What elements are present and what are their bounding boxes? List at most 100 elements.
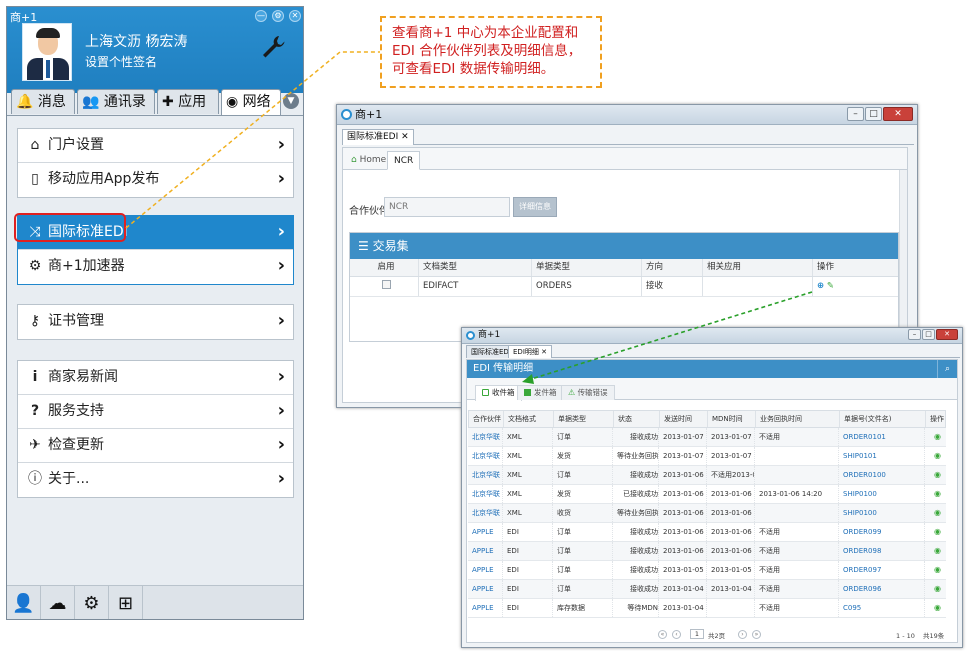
table-row[interactable]: 北京华联XML发货等待业务回执2013-01-07 13:22013-01-07… [468,447,946,466]
column-header[interactable]: 操作 [925,411,947,427]
cell-sent: 2013-01-06 13:2 [658,466,706,484]
cloud-icon[interactable]: ☁ [41,586,75,619]
tab-ncr[interactable]: NCR [387,151,421,170]
close-icon[interactable]: ✕ [883,107,913,121]
minimize-icon[interactable]: – [847,107,864,121]
table-row[interactable]: APPLEEDI订单接收成功2013-01-06 9:202013-01-06 … [468,542,946,561]
cell-doc[interactable]: SHIP0100 [838,504,924,522]
table-row[interactable]: 北京华联XML收货等待业务回执2013-01-06 13:22013-01-06… [468,504,946,523]
cell-partner[interactable]: APPLE [468,580,502,598]
cell-doc[interactable]: C095 [838,599,924,617]
minimize-icon[interactable]: — [255,10,267,22]
user-icon[interactable]: 👤 [7,586,41,619]
column-header[interactable]: 文档格式 [503,411,553,427]
cell-doc[interactable]: ORDER0100 [838,466,924,484]
menu-item-updates[interactable]: ✈ 检查更新 › [18,429,293,463]
prev-page-icon[interactable]: ‹ [672,630,681,639]
column-header[interactable]: 单据号(文件名) [839,411,925,427]
avatar[interactable] [22,23,72,81]
settings-icon[interactable]: ⚙ [272,10,284,22]
view-icon[interactable]: ◉ [934,489,941,498]
menu-item-portal[interactable]: ⌂ 门户设置 › [18,129,293,163]
column-header[interactable]: 发送时间 [659,411,707,427]
tab-apps[interactable]: ✚ 应用 [157,89,219,114]
table-row[interactable]: 北京华联XML订单接收成功2013-01-06 13:2不适用2013-01-0… [468,466,946,485]
menu-item-mobile-app[interactable]: ▯ 移动应用App发布 › [18,163,293,197]
doc-tab-edi-detail[interactable]: EDI明细 ✕ [508,345,552,358]
cell-partner[interactable]: 北京华联 [468,504,502,522]
cell-doc[interactable]: ORDER096 [838,580,924,598]
column-header[interactable]: 合作伙伴 [469,411,503,427]
cell-doc[interactable]: ORDER097 [838,561,924,579]
column-header[interactable]: 状态 [613,411,659,427]
signature-link[interactable]: 设置个性签名 [85,53,157,70]
table-row[interactable]: 北京华联XML发货已接收成功2013-01-06 13:22013-01-06 … [468,485,946,504]
view-details-icon[interactable]: ⊕ [817,281,824,291]
close-icon[interactable]: ✕ [401,132,409,142]
table-row[interactable]: APPLEEDI订单接收成功2013-01-05 9:202013-01-05 … [468,561,946,580]
close-icon[interactable]: ✕ [541,348,547,356]
wrench-icon[interactable] [259,33,287,61]
menu-item-accelerator[interactable]: ⚙ 商+1加速器 › [18,250,293,284]
edit-icon[interactable]: ✎ [827,281,834,291]
cell-partner[interactable]: 北京华联 [468,428,502,446]
view-icon[interactable]: ◉ [934,508,941,517]
view-icon[interactable]: ◉ [934,527,941,536]
cell-doc[interactable]: SHIP0101 [838,447,924,465]
cell-doc[interactable]: SHIP0100 [838,485,924,503]
maximize-icon[interactable]: □ [865,107,882,121]
menu-item-about[interactable]: ⓘ 关于... › [18,463,293,497]
close-icon[interactable]: ✕ [289,10,301,22]
page-input[interactable]: 1 [690,629,704,639]
first-page-icon[interactable]: « [658,630,667,639]
search-icon[interactable]: ⌕ [937,360,957,378]
cell-partner[interactable]: APPLE [468,542,502,560]
view-icon[interactable]: ◉ [934,432,941,441]
view-icon[interactable]: ◉ [934,565,941,574]
next-page-icon[interactable]: › [738,630,747,639]
table-row[interactable]: 北京华联XML订单接收成功2013-01-07 10:22013-01-07 1… [468,428,946,447]
home-icon: ⌂ [30,137,40,153]
gear-icon[interactable]: ⚙ [75,586,109,619]
tab-home[interactable]: ⌂ Home [345,151,392,170]
doc-tab-edi[interactable]: 国际标准EDI ✕ [342,129,414,145]
partner-input[interactable]: NCR [384,197,510,217]
column-header[interactable]: 单据类型 [553,411,613,427]
table-row[interactable]: APPLEEDI订单接收成功2013-01-04 9:202013-01-04 … [468,580,946,599]
tab-errors[interactable]: ⚠ 传输错误 [561,385,615,400]
chevron-down-icon[interactable]: ▼ [283,93,299,109]
detail-button[interactable]: 详细信息 [513,197,557,217]
menu-item-news[interactable]: i 商家易新闻 › [18,361,293,395]
tab-outbox[interactable]: 发件箱 [517,385,564,400]
close-icon[interactable]: ✕ [936,329,958,340]
view-icon[interactable]: ◉ [934,451,941,460]
column-header[interactable]: 业务回执时间 [755,411,839,427]
view-icon[interactable]: ◉ [934,603,941,612]
cell-doc[interactable]: ORDER099 [838,523,924,541]
menu-item-support[interactable]: ? 服务支持 › [18,395,293,429]
minimize-icon[interactable]: – [908,329,921,340]
last-page-icon[interactable]: » [752,630,761,639]
cell-doc[interactable]: ORDER098 [838,542,924,560]
plus-square-icon[interactable]: ⊞ [109,586,143,619]
cell-doc[interactable]: ORDER0101 [838,428,924,446]
tab-messages[interactable]: 🔔 消息 [11,89,75,114]
tab-network[interactable]: ◉ 网络 [221,89,281,115]
cell-partner[interactable]: 北京华联 [468,447,502,465]
table-row[interactable]: APPLEEDI库存数据等待MDN2013-01-04 9:20 不适用C095 ◉ [468,599,946,618]
cell-partner[interactable]: 北京华联 [468,485,502,503]
view-icon[interactable]: ◉ [934,470,941,479]
cell-partner[interactable]: APPLE [468,561,502,579]
tab-contacts[interactable]: 👥 通讯录 [77,89,155,114]
tab-inbox[interactable]: 收件箱 [475,385,522,401]
cell-partner[interactable]: APPLE [468,523,502,541]
cell-partner[interactable]: 北京华联 [468,466,502,484]
table-row[interactable]: APPLEEDI订单接收成功2013-01-06 10:22013-01-06 … [468,523,946,542]
enable-checkbox[interactable] [381,280,391,289]
cell-partner[interactable]: APPLE [468,599,502,617]
menu-item-certificates[interactable]: ⚷ 证书管理 › [18,305,293,339]
maximize-icon[interactable]: □ [922,329,935,340]
column-header[interactable]: MDN时间 [707,411,755,427]
view-icon[interactable]: ◉ [934,546,941,555]
view-icon[interactable]: ◉ [934,584,941,593]
